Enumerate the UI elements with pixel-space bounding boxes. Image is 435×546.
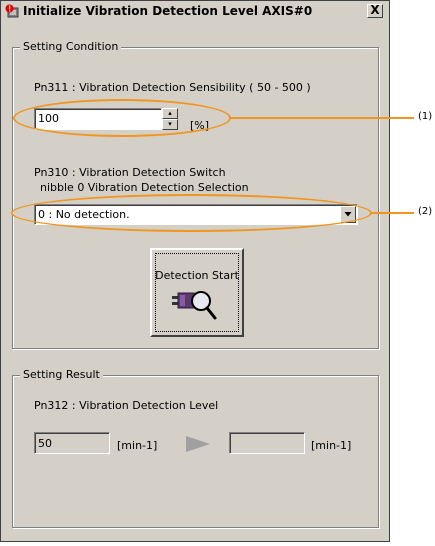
close-button[interactable]: X: [367, 4, 383, 18]
app-alert-icon: [5, 4, 19, 18]
title-bar[interactable]: Initialize Vibration Detection Level AXI…: [1, 1, 389, 21]
current-level-unit: [min-1]: [117, 439, 158, 452]
callout-leader-1: [230, 117, 414, 119]
right-arrow-icon: [186, 436, 210, 452]
dialog-window: Initialize Vibration Detection Level AXI…: [0, 0, 390, 542]
setting-result-legend: Setting Result: [20, 368, 103, 381]
new-level-field: [229, 432, 305, 454]
pn312-label: Pn312 : Vibration Detection Level: [34, 399, 219, 412]
callout-number-2: (2): [418, 206, 433, 217]
callout-leader-2: [371, 212, 414, 214]
pn310-label: Pn310 : Vibration Detection Switch: [34, 166, 226, 179]
detection-start-button[interactable]: Detection Start: [150, 248, 244, 337]
window-title: Initialize Vibration Detection Level AXI…: [23, 4, 313, 18]
new-level-unit: [min-1]: [311, 439, 352, 452]
callout-ellipse-1: [13, 99, 231, 137]
callout-number-1: (1): [418, 111, 433, 122]
detection-start-label: Detection Start: [155, 269, 239, 282]
callout-ellipse-2: [11, 194, 372, 232]
detection-magnifier-icon: [172, 291, 217, 320]
setting-condition-legend: Setting Condition: [20, 40, 122, 53]
pn311-label: Pn311 : Vibration Detection Sensibility …: [34, 81, 311, 94]
current-level-field: 50: [34, 432, 110, 454]
pn310-sublabel: nibble 0 Vibration Detection Selection: [40, 181, 249, 194]
